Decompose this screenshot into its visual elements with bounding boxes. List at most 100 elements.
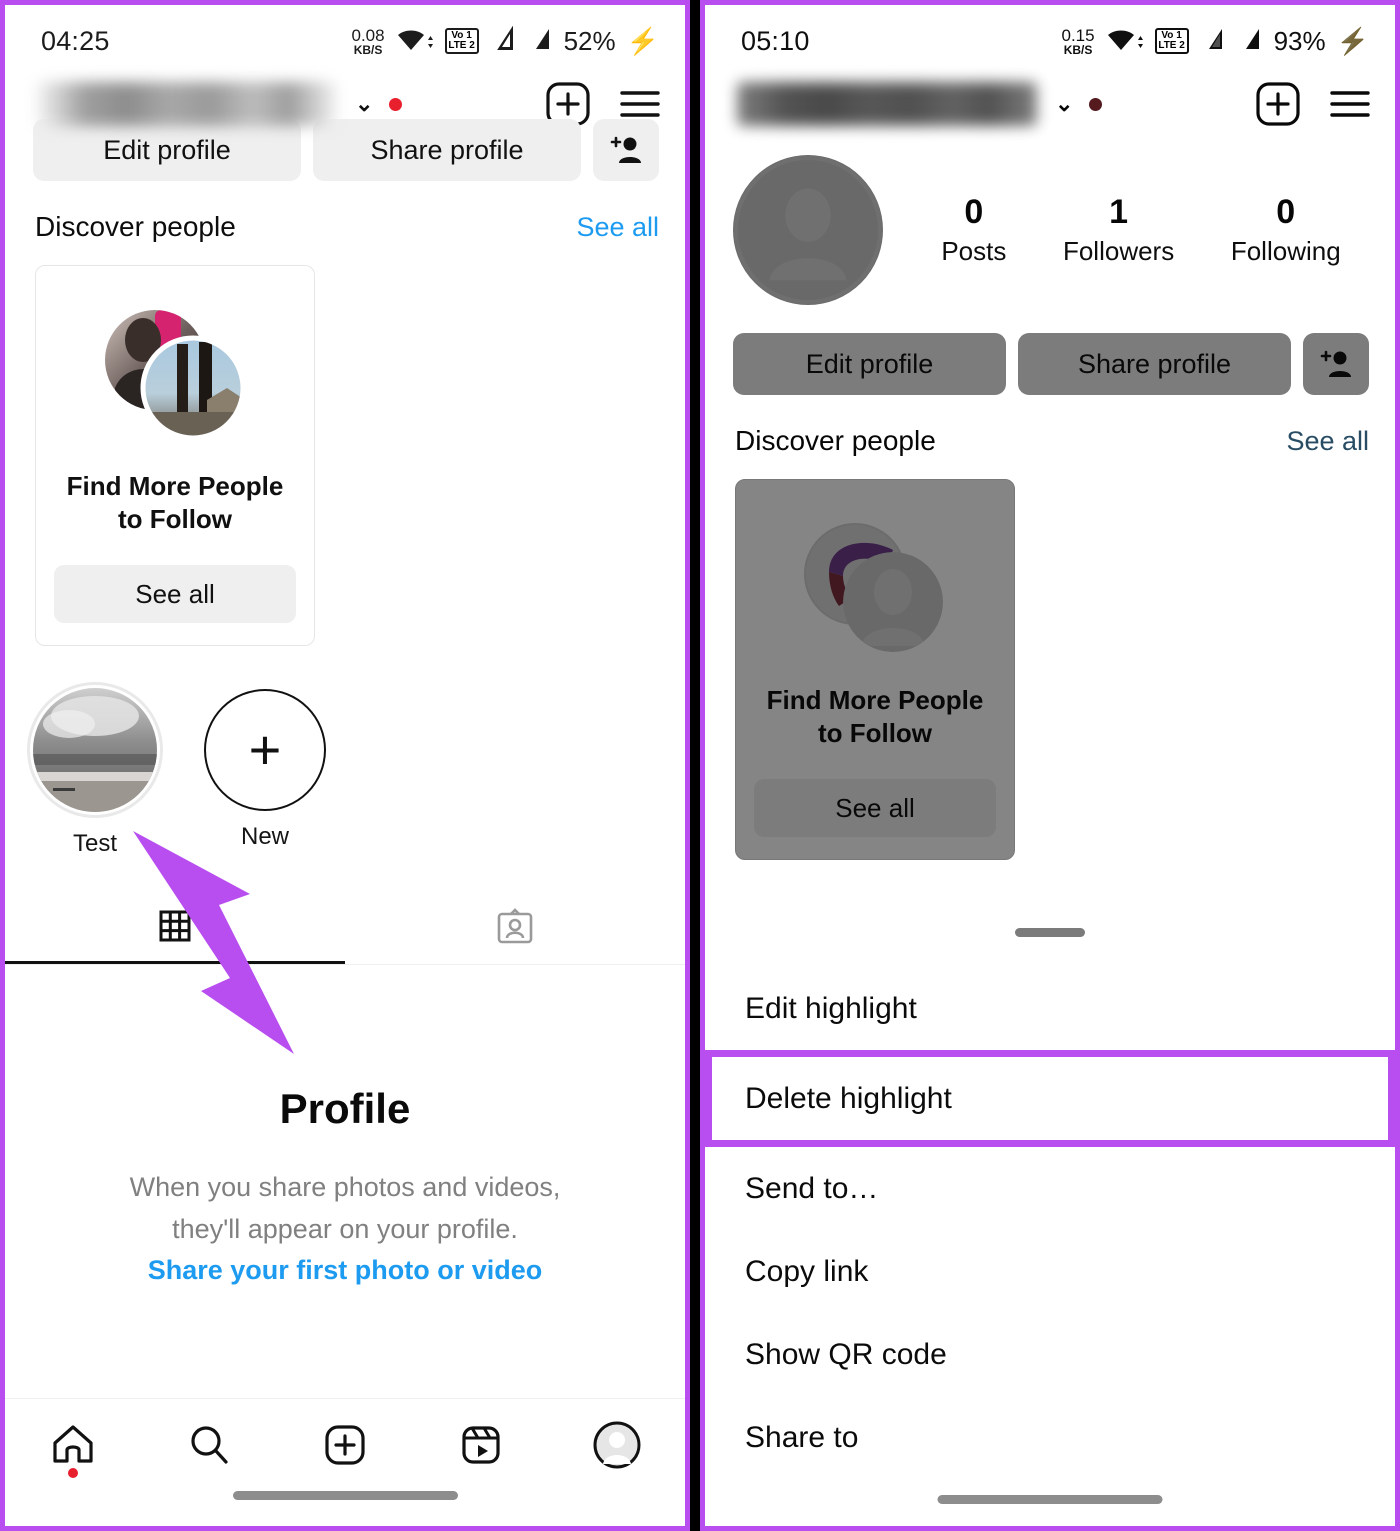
charging-bolt-icon: ⚡ — [626, 25, 659, 56]
volte-icon-right: Vo 1 LTE 2 — [1154, 28, 1189, 54]
nav-reels[interactable] — [436, 1410, 526, 1480]
left-phone-screen: 04:25 0.08 KB/S Vo 1 LTE 2 52% ⚡ ⌄ Edit … — [5, 5, 685, 1526]
story-highlight-new-label: New — [240, 823, 289, 850]
wifi-icon-right — [1106, 28, 1144, 54]
add-person-button-right[interactable] — [1303, 333, 1369, 395]
edit-profile-button[interactable]: Edit profile — [33, 119, 301, 181]
profile-summary-row: 0 Posts 1 Followers 0 Following — [705, 149, 1395, 305]
notification-dot — [389, 97, 403, 111]
left-phone-panel: 04:25 0.08 KB/S Vo 1 LTE 2 52% ⚡ ⌄ Edit … — [0, 0, 690, 1531]
suggestion-see-all-button-right[interactable]: See all — [754, 779, 996, 837]
network-speed-indicator-right: 0.15 KB/S — [1061, 27, 1094, 56]
nav-home[interactable] — [28, 1410, 118, 1480]
create-new-button-right[interactable] — [1255, 81, 1301, 127]
hamburger-menu-button-right[interactable] — [1327, 84, 1373, 124]
sheet-drag-handle[interactable] — [1015, 928, 1085, 937]
network-speed-unit: KB/S — [353, 42, 383, 57]
menu-item-delete-highlight[interactable]: Delete highlight — [705, 1050, 1395, 1147]
network-speed-value: 0.08 — [351, 25, 385, 45]
status-bar: 04:25 0.08 KB/S Vo 1 LTE 2 52% ⚡ — [5, 5, 685, 63]
right-phone-panel: 05:10 0.15 KB/S Vo 1 LTE 2 93% ⚡ ⌄ 0 Pos… — [700, 0, 1400, 1531]
tab-grid[interactable] — [5, 892, 345, 964]
profile-stats: 0 Posts 1 Followers 0 Following — [883, 193, 1369, 267]
bottom-nav-items — [5, 1399, 685, 1491]
status-icons: 0.08 KB/S Vo 1 LTE 2 52% ⚡ — [351, 25, 659, 57]
share-profile-button[interactable]: Share profile — [313, 119, 581, 181]
network-speed-unit-right: KB/S — [1063, 42, 1093, 57]
empty-state-line2: they'll appear on your profile. — [172, 1213, 518, 1244]
sheet-menu-list: Edit highlight Delete highlight Send to…… — [705, 937, 1395, 1479]
empty-state-line1: When you share photos and videos, — [129, 1172, 561, 1202]
stat-followers-label: Followers — [1062, 236, 1175, 267]
nav-home-badge — [68, 1468, 78, 1478]
status-bar-right: 05:10 0.15 KB/S Vo 1 LTE 2 93% ⚡ — [705, 5, 1395, 63]
suggestion-title-line1: Find More People — [66, 471, 284, 501]
story-highlight-new[interactable]: + New — [197, 682, 333, 858]
stat-following-count: 0 — [1276, 192, 1296, 231]
battery-percent: 52% — [563, 25, 616, 56]
plus-icon: + — [204, 689, 326, 811]
right-phone-screen: 05:10 0.15 KB/S Vo 1 LTE 2 93% ⚡ ⌄ 0 Pos… — [705, 5, 1395, 1526]
menu-item-send-to[interactable]: Send to… — [705, 1147, 1395, 1230]
screenshot-stage: 04:25 0.08 KB/S Vo 1 LTE 2 52% ⚡ ⌄ Edit … — [0, 0, 1400, 1531]
battery-percent-right: 93% — [1273, 25, 1326, 56]
story-highlight-label: Test — [72, 830, 117, 857]
nav-profile[interactable] — [572, 1410, 662, 1480]
stat-posts[interactable]: 0 Posts — [941, 193, 1006, 267]
signal-bars-sim1-icon — [490, 25, 516, 57]
suggestion-see-all-button[interactable]: See all — [54, 565, 296, 623]
discover-suggestion-card[interactable]: Find More People to Follow See all — [35, 265, 315, 646]
volte-bottom-label: LTE 2 — [448, 40, 475, 51]
discover-suggestion-card-right[interactable]: Find More People to Follow See all — [735, 479, 1015, 860]
story-highlight-test[interactable]: Test — [27, 682, 163, 858]
menu-item-copy-link[interactable]: Copy link — [705, 1230, 1395, 1313]
profile-action-buttons-right: Edit profile Share profile — [705, 305, 1395, 395]
stat-following[interactable]: 0 Following — [1231, 193, 1341, 267]
share-profile-button-right[interactable]: Share profile — [1018, 333, 1291, 395]
discover-people-title: Discover people — [35, 211, 236, 242]
suggestion-title-line1-right: Find More People — [766, 685, 984, 715]
nav-search[interactable] — [164, 1410, 254, 1480]
chevron-down-icon-right[interactable]: ⌄ — [1055, 91, 1073, 117]
menu-item-share-to[interactable]: Share to — [705, 1396, 1395, 1479]
stat-followers-count: 1 — [1109, 192, 1129, 231]
stat-following-label: Following — [1230, 236, 1341, 267]
nav-create[interactable] — [300, 1410, 390, 1480]
menu-item-edit-highlight[interactable]: Edit highlight — [705, 967, 1395, 1050]
volte-icon: Vo 1 LTE 2 — [444, 28, 479, 54]
stat-posts-count: 0 — [964, 192, 984, 231]
status-clock: 04:25 — [41, 25, 110, 56]
network-speed-indicator: 0.08 KB/S — [351, 27, 384, 56]
story-highlight-thumbnail — [33, 688, 157, 812]
username-redacted-right[interactable] — [737, 82, 1037, 126]
avatar[interactable] — [733, 155, 883, 305]
signal-bars-sim2-icon — [527, 26, 553, 57]
tab-tagged[interactable] — [345, 892, 685, 964]
wifi-icon — [396, 28, 434, 54]
story-highlights-row: Test + New — [5, 646, 685, 858]
hamburger-menu-button[interactable] — [617, 84, 663, 124]
profile-tabs — [5, 892, 685, 965]
menu-item-show-qr-code[interactable]: Show QR code — [705, 1313, 1395, 1396]
app-bar-right: ⌄ — [705, 63, 1395, 149]
suggestion-avatars-right — [795, 506, 955, 666]
discover-people-header-right: Discover people See all — [705, 395, 1395, 457]
suggestion-title-line2-right: to Follow — [817, 717, 933, 748]
status-icons-right: 0.15 KB/S Vo 1 LTE 2 93% ⚡ — [1061, 26, 1369, 57]
charging-bolt-icon-right: ⚡ — [1336, 25, 1369, 56]
bottom-navigation-bar — [5, 1398, 685, 1526]
network-speed-value-right: 0.15 — [1061, 25, 1095, 45]
status-clock-right: 05:10 — [741, 25, 810, 56]
volte-bottom-label-right: LTE 2 — [1158, 40, 1185, 51]
discover-see-all-link-right[interactable]: See all — [1286, 426, 1369, 457]
stat-followers[interactable]: 1 Followers — [1063, 193, 1174, 267]
highlight-options-sheet: Edit highlight Delete highlight Send to…… — [705, 900, 1395, 1526]
empty-state-title: Profile — [279, 1085, 411, 1132]
chevron-down-icon[interactable]: ⌄ — [355, 91, 373, 117]
add-person-button[interactable] — [593, 119, 659, 181]
username-redacted[interactable] — [37, 82, 337, 126]
empty-profile-state: Profile When you share photos and videos… — [5, 965, 685, 1286]
discover-see-all-link[interactable]: See all — [576, 212, 659, 243]
share-first-photo-link[interactable]: Share your first photo or video — [5, 1255, 685, 1286]
edit-profile-button-right[interactable]: Edit profile — [733, 333, 1006, 395]
